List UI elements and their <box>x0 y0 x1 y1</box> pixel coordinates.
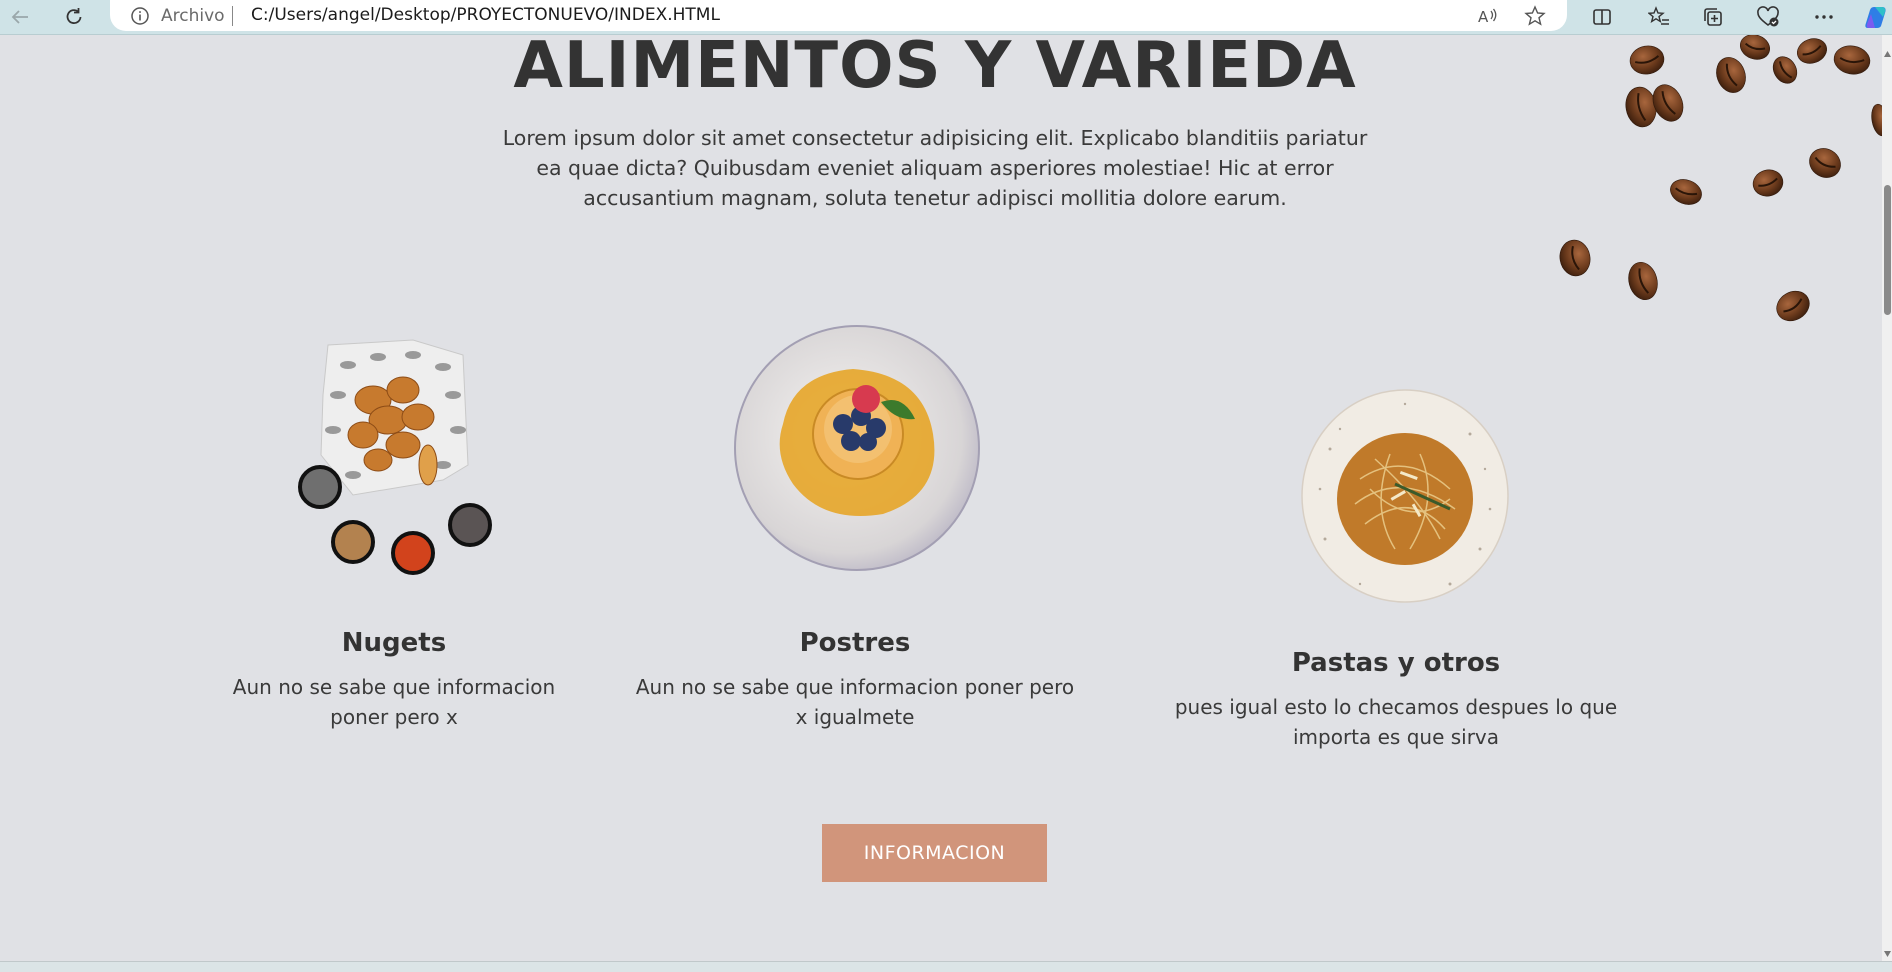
vertical-scrollbar[interactable] <box>1882 35 1892 961</box>
window-bottom-edge <box>0 961 1892 972</box>
coffee-beans-decoration <box>1559 35 1882 322</box>
card-postres: Postres Aun no se sabe que informacion p… <box>630 628 1080 732</box>
card-text: Aun no se sabe que informacion poner per… <box>635 675 1075 729</box>
card-nugets: Nugets Aun no se sabe que informacion po… <box>220 628 568 732</box>
card-title: Postres <box>799 628 911 658</box>
card-title: Pastas y otros <box>1291 648 1501 678</box>
nuggets-image <box>298 339 492 575</box>
card-text: Aun no se sabe que informacion poner per… <box>232 675 556 729</box>
url-text[interactable]: C:/Users/angel/Desktop/PROYECTONUEVO/IND… <box>251 5 720 25</box>
scrollbar-thumb[interactable] <box>1884 185 1891 315</box>
dessert-flan-image <box>734 325 980 571</box>
pasta-image <box>1301 389 1509 603</box>
scroll-down-arrow-icon[interactable] <box>1883 950 1892 958</box>
informacion-button[interactable]: INFORMACION <box>822 824 1047 882</box>
card-title: Nugets <box>341 628 447 658</box>
card-text: pues igual esto lo checamos despues lo q… <box>1174 695 1618 749</box>
card-pastas: Pastas y otros pues igual esto lo checam… <box>1160 648 1632 752</box>
scroll-up-arrow-icon[interactable] <box>1883 50 1892 58</box>
hero-description: Lorem ipsum dolor sit amet consectetur a… <box>502 126 1368 210</box>
